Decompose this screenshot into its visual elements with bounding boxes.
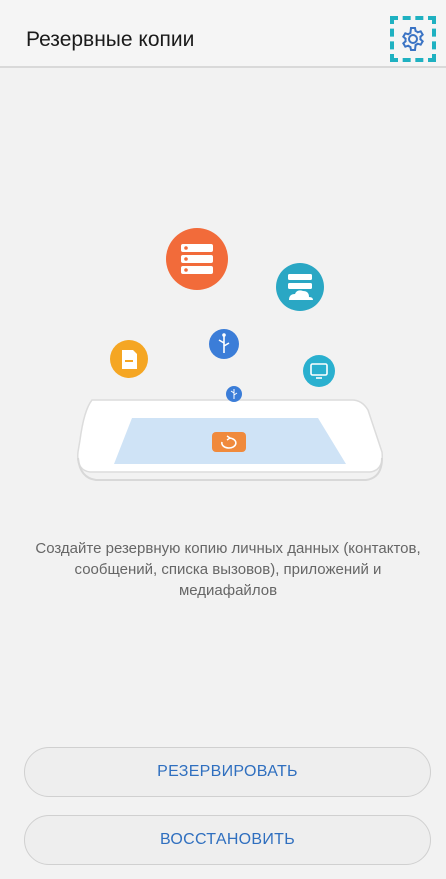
backup-button[interactable]: РЕЗЕРВИРОВАТЬ (24, 747, 431, 797)
page-title: Резервные копии (26, 28, 195, 51)
sd-card-icon (110, 340, 148, 378)
server-icon (166, 228, 228, 290)
settings-button[interactable] (390, 16, 436, 62)
small-usb-icon (226, 386, 242, 402)
monitor-icon (303, 355, 335, 387)
restore-button[interactable]: ВОССТАНОВИТЬ (24, 815, 431, 865)
backup-phone-icon (77, 399, 383, 481)
backup-description: Создайте резервную копию личных данных (… (35, 540, 421, 599)
usb-icon (209, 329, 239, 359)
app-header: Резервные копии (0, 0, 446, 68)
cloud-storage-icon (276, 263, 324, 311)
gear-icon (402, 27, 424, 51)
backup-screen: Резервные копии Создайте резервную копию… (0, 0, 446, 879)
